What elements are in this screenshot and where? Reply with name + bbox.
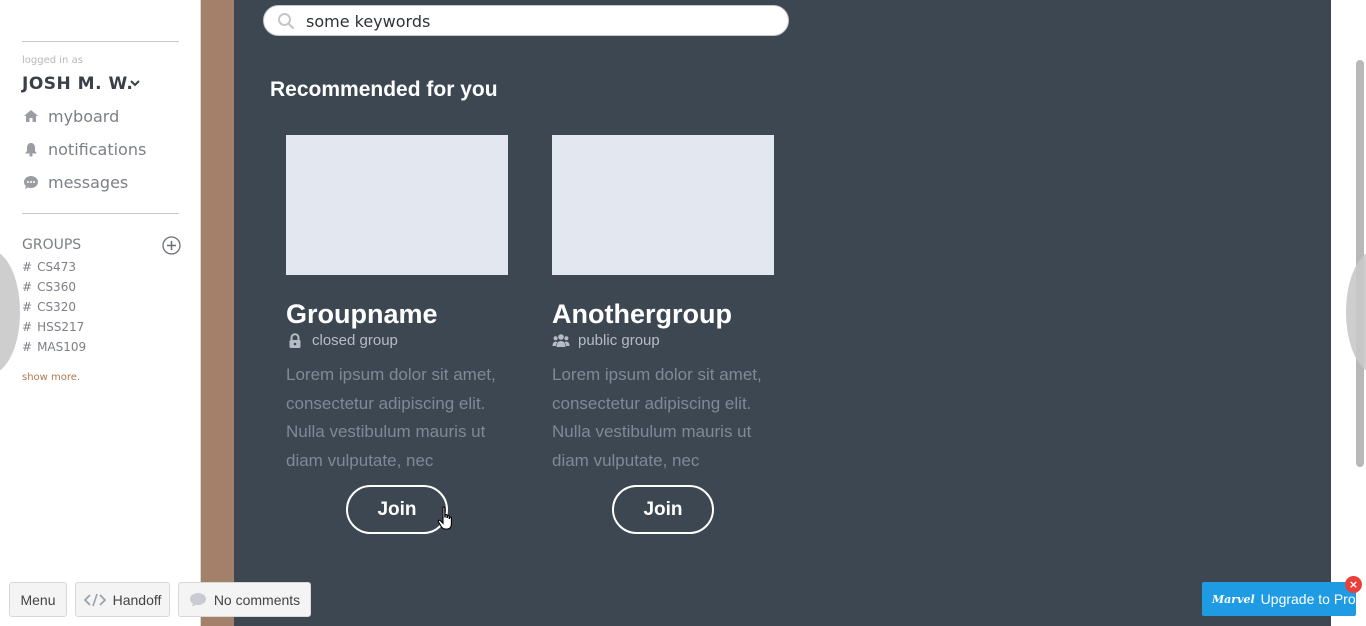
search-input[interactable] <box>306 10 776 32</box>
group-thumbnail[interactable] <box>286 135 508 275</box>
handoff-label: Handoff <box>112 591 162 608</box>
add-group-icon[interactable] <box>162 236 181 255</box>
hash-icon: # <box>22 300 33 314</box>
group-item[interactable]: # CS473 <box>22 260 76 274</box>
join-button[interactable]: Join <box>612 485 714 534</box>
group-name[interactable]: Groupname <box>286 299 438 330</box>
nav-item-label: myboard <box>48 106 120 126</box>
logged-in-label: logged in as <box>22 55 83 66</box>
code-icon <box>83 593 106 607</box>
group-description: Lorem ipsum dolor sit amet, consectetur … <box>552 365 762 470</box>
group-type: closed group <box>286 332 398 349</box>
group-item[interactable]: # MAS109 <box>22 340 86 354</box>
join-button[interactable]: Join <box>346 485 448 534</box>
hash-icon: # <box>22 280 33 294</box>
group-type-label: closed group <box>312 332 398 349</box>
upgrade-label: Upgrade to Pro <box>1260 591 1356 607</box>
groups-title: GROUPS <box>22 237 82 253</box>
group-item[interactable]: # HSS217 <box>22 320 84 334</box>
handoff-button[interactable]: Handoff <box>75 582 170 617</box>
nav-item-myboard[interactable]: myboard <box>22 105 119 127</box>
group-name[interactable]: Anothergroup <box>552 299 732 330</box>
menu-button[interactable]: Menu <box>9 582 67 617</box>
menu-label: Menu <box>20 591 56 608</box>
comments-label: No comments <box>213 591 301 608</box>
user-name[interactable]: JOSH M. W. <box>22 74 133 94</box>
nav-item-label: messages <box>48 172 129 192</box>
section-title: Recommended for you <box>270 78 498 101</box>
comments-button[interactable]: No comments <box>178 582 311 617</box>
nav-item-notifications[interactable]: notifications <box>22 138 146 160</box>
group-item[interactable]: # CS320 <box>22 300 76 314</box>
comment-bubble-icon <box>189 592 207 607</box>
sidebar-divider <box>22 41 179 42</box>
group-card: Anothergroup public group Lorem ipsum do… <box>552 135 775 534</box>
sidebar: logged in as JOSH M. W. myboard notifica… <box>0 0 201 626</box>
nav-item-messages[interactable]: messages <box>22 171 128 193</box>
show-more-link[interactable]: show more. <box>22 372 80 383</box>
search-bar[interactable] <box>263 5 789 36</box>
chevron-down-icon[interactable] <box>129 77 141 89</box>
marvel-logo: Marvel <box>1212 592 1255 606</box>
group-card: Groupname closed group Lorem ipsum dolor… <box>286 135 509 534</box>
group-item[interactable]: # CS360 <box>22 280 76 294</box>
group-description: Lorem ipsum dolor sit amet, consectetur … <box>286 365 496 470</box>
hash-icon: # <box>22 320 33 334</box>
hash-icon: # <box>22 260 33 274</box>
home-icon <box>22 108 40 124</box>
close-icon[interactable]: × <box>1345 576 1362 593</box>
hash-icon: # <box>22 340 33 354</box>
sidebar-divider <box>22 213 179 214</box>
upgrade-to-pro-button[interactable]: Marvel Upgrade to Pro <box>1202 582 1356 616</box>
nav-item-label: notifications <box>48 139 147 159</box>
bell-icon <box>22 141 40 157</box>
group-type-label: public group <box>578 332 660 349</box>
search-icon <box>278 13 295 30</box>
lock-icon <box>286 332 304 349</box>
group-thumbnail[interactable] <box>552 135 774 275</box>
main-panel: Recommended for you Groupname closed gro… <box>234 0 1331 626</box>
hand-cursor-icon <box>437 506 452 530</box>
chat-bubble-icon <box>22 174 40 190</box>
users-icon <box>552 332 570 349</box>
group-type: public group <box>552 332 660 349</box>
prev-screen-arrow[interactable] <box>0 250 20 374</box>
